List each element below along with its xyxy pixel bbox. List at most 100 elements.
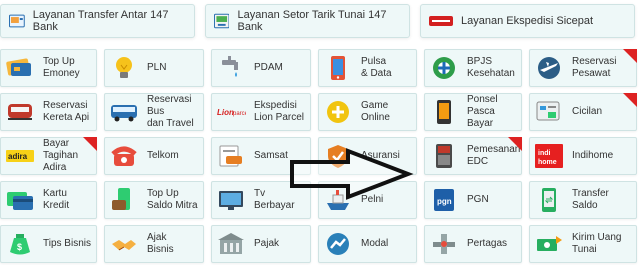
service-tile-insurance[interactable]: Asuransi [318,137,417,175]
service-tile-label: Pertagas [467,238,508,249]
pgn-icon: pgn [427,185,461,215]
service-tile-tv[interactable]: Tv Berbayar [211,181,311,219]
service-tile-label: Ponsel Pasca Bayar [467,94,498,129]
edc-machine-icon [427,141,461,171]
service-tile-adira[interactable]: adira Bayar Tagihan Adira [0,137,97,175]
service-tile-label: Tv Berbayar [254,188,295,211]
service-tile-send-cash[interactable]: Kirim Uang Tunai [529,225,637,263]
service-tile-label: Telkom [147,150,179,161]
lion-parcel-icon: Lionparcel [214,97,248,127]
service-tile-label: Asuransi [361,150,400,161]
top-card-sicepat[interactable]: Layanan Ekspedisi Sicepat [420,4,635,38]
service-tile-label: PGN [467,194,489,205]
service-tile-label: Pelni [361,194,384,205]
service-tile-capital[interactable]: Modal [318,225,417,263]
service-tile-label: Transfer Saldo [572,188,609,211]
svg-text:adira: adira [8,152,28,161]
service-tile-smartphone[interactable]: Ponsel Pasca Bayar [424,93,522,131]
indihome-icon: indi home [532,141,566,171]
service-tile-installment[interactable]: Cicilan [529,93,637,131]
service-tile-label: PLN [147,62,167,73]
service-tile-label: Indihome [572,150,614,161]
svg-text:Lion: Lion [217,108,234,117]
gas-pipe-icon [427,229,461,259]
new-badge-corner [508,137,522,151]
service-tile-lion-parcel[interactable]: Lionparcel Ekspedisi Lion Parcel [211,93,311,131]
service-tile-label: Reservasi Pesawat [572,56,617,79]
service-tile-credit-card[interactable]: Kartu Kredit [0,181,97,219]
service-tile-ship[interactable]: Pelni [318,181,417,219]
top-card-label: Layanan Setor Tarik Tunai 147 Bank [237,9,387,33]
service-tile-label: Game Online [361,100,390,123]
insurance-icon [321,141,355,171]
tax-building-icon [214,229,248,259]
service-tile-telephone[interactable]: Telkom [104,137,204,175]
lightbulb-icon [107,53,141,83]
service-tile-label: Samsat [254,150,288,161]
capital-icon [321,229,355,259]
service-tile-label: Kirim Uang Tunai [572,232,622,255]
service-tile-airplane[interactable]: Reservasi Pesawat [529,49,637,87]
service-tile-edc-machine[interactable]: Pemesanan EDC [424,137,522,175]
service-tile-label: Reservasi Kereta Api [43,100,90,123]
installment-icon [532,97,566,127]
send-cash-icon [532,229,566,259]
service-tile-lightbulb[interactable]: PLN [104,49,204,87]
new-badge-corner [623,93,637,107]
train-icon [3,97,37,127]
service-tile-emoney-card[interactable]: Top Up Emoney [0,49,97,87]
service-tile-label: BPJS Kesehatan [467,56,515,79]
svg-text:$: $ [17,242,22,252]
service-tile-phone[interactable]: Pulsa & Data [318,49,417,87]
service-tile-bpjs[interactable]: BPJS Kesehatan [424,49,522,87]
transfer-phone-icon [532,185,566,215]
svg-text:pgn: pgn [437,197,452,206]
service-tile-gas-pipe[interactable]: Pertagas [424,225,522,263]
service-tile-label: Tips Bisnis [43,238,91,249]
cash-deposit-icon [214,13,230,29]
service-tile-wallet-phone[interactable]: Top Up Saldo Mitra [104,181,204,219]
ship-icon [321,185,355,215]
service-tile-label: Pulsa & Data [361,56,392,79]
car-tax-icon [214,141,248,171]
airplane-icon [532,53,566,83]
bpjs-icon [427,53,461,83]
tv-icon [214,185,248,215]
service-tile-label: Modal [361,238,389,249]
service-tile-pgn[interactable]: pgn PGN [424,181,522,219]
service-tile-label: Cicilan [572,106,603,117]
service-tile-label: Top Up Emoney [43,56,80,79]
adira-icon: adira [3,141,37,171]
service-tile-handshake[interactable]: Ajak Bisnis [104,225,204,263]
telephone-icon [107,141,141,171]
new-badge-corner [83,137,97,151]
featured-services-row: Layanan Transfer Antar 147 Bank Layanan … [0,0,640,46]
new-badge-corner [623,49,637,63]
service-tile-water-tap[interactable]: PDAM [211,49,311,87]
service-tile-game[interactable]: Game Online [318,93,417,131]
service-tile-indihome[interactable]: indi home Indihome [529,137,637,175]
service-tile-label: Pajak [254,238,280,249]
bus-icon [107,97,141,127]
service-tile-money-bag[interactable]: $ Tips Bisnis [0,225,97,263]
top-card-bank-transfer[interactable]: Layanan Transfer Antar 147 Bank [0,4,195,38]
service-tile-transfer-phone[interactable]: Transfer Saldo [529,181,637,219]
service-tile-label: Ajak Bisnis [147,232,174,255]
wallet-phone-icon [107,185,141,215]
service-tile-car-tax[interactable]: Samsat [211,137,311,175]
top-card-label: Layanan Transfer Antar 147 Bank [32,9,169,33]
svg-text:home: home [538,159,557,166]
service-tile-bus[interactable]: Reservasi Bus dan Travel [104,93,204,131]
service-tile-label: PDAM [254,62,283,73]
service-tile-label: Top Up Saldo Mitra [147,188,198,211]
game-icon [321,97,355,127]
svg-text:indi: indi [538,150,550,157]
handshake-icon [107,229,141,259]
sicepat-logo-icon [429,16,453,26]
service-tile-label: Reservasi Bus dan Travel [147,94,194,129]
service-tile-tax-building[interactable]: Pajak [211,225,311,263]
svg-text:parcel: parcel [233,111,246,117]
bank-transfer-icon [9,14,25,28]
top-card-cash-deposit[interactable]: Layanan Setor Tarik Tunai 147 Bank [205,4,410,38]
service-tile-train[interactable]: Reservasi Kereta Api [0,93,97,131]
